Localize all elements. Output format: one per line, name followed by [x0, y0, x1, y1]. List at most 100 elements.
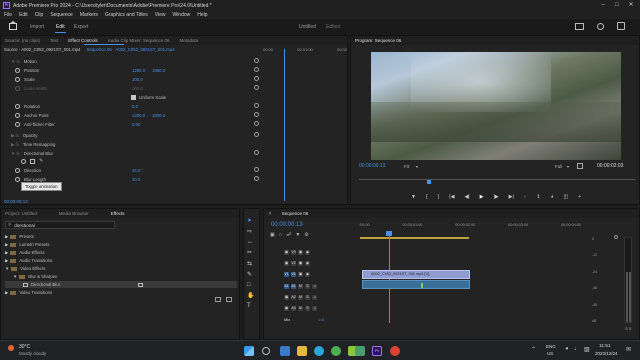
- eye-icon[interactable]: ◉: [305, 249, 310, 255]
- scale-value[interactable]: 100.0: [132, 77, 143, 82]
- track-v1[interactable]: V1 V1 ▣ ◉: [284, 270, 312, 278]
- video-clip[interactable]: A002_C052_0921ST_001.mp4 [V]: [362, 270, 470, 279]
- mark-out-icon[interactable]: }: [438, 194, 440, 200]
- tab-effects[interactable]: Effects: [111, 211, 125, 216]
- track-a1[interactable]: A1 A1 M S ♫: [284, 282, 319, 290]
- tree-item-directional-blur[interactable]: Directional Blur: [5, 281, 237, 288]
- stopwatch-icon[interactable]: [15, 104, 20, 109]
- language-top[interactable]: ENG: [546, 344, 556, 349]
- delete-icon[interactable]: [226, 297, 232, 302]
- step-forward-icon[interactable]: |▶: [493, 194, 498, 200]
- tree-item-lumetri[interactable]: ▶ Lumetri Presets: [5, 241, 49, 248]
- blur-length-value[interactable]: 20.0: [132, 177, 140, 182]
- meter-knob-icon[interactable]: [614, 235, 618, 239]
- program-playhead[interactable]: [427, 180, 431, 184]
- effect-row-time-remap[interactable]: ▶ fx Time Remapping: [11, 141, 55, 148]
- track-v3[interactable]: ▣ V3 ▣ ◉: [284, 248, 312, 256]
- keyframe-ruler[interactable]: 00:00 00:01:00 00:02: [263, 47, 347, 55]
- program-ruler[interactable]: [359, 174, 635, 180]
- effects-search-field[interactable]: ⚲ directional: [5, 221, 115, 229]
- mute-icon[interactable]: M: [298, 283, 303, 289]
- mark-in-icon[interactable]: {: [426, 194, 428, 200]
- reset-icon[interactable]: [254, 85, 259, 90]
- tab-program[interactable]: Program: Sequence 06: [355, 38, 401, 43]
- tab-metadata[interactable]: Metadata: [180, 38, 199, 43]
- notification-icon[interactable]: ✉: [626, 346, 631, 353]
- quality-chevron-icon[interactable]: ▾: [567, 164, 569, 169]
- slip-tool-icon[interactable]: ⇆: [247, 260, 257, 267]
- mute-icon[interactable]: M: [298, 294, 303, 300]
- eye-icon[interactable]: ◉: [305, 271, 310, 277]
- quick-export-icon[interactable]: [575, 23, 584, 30]
- hand-tool-icon[interactable]: ✋: [247, 292, 257, 299]
- progress-icon[interactable]: [597, 23, 604, 30]
- nest-icon[interactable]: ▣: [270, 232, 275, 238]
- export-frame-icon[interactable]: ◕: [550, 194, 553, 200]
- minimize-button[interactable]: –: [596, 0, 610, 11]
- home-icon[interactable]: [9, 23, 17, 30]
- fullscreen-icon[interactable]: [617, 22, 625, 30]
- language-bottom[interactable]: US: [547, 351, 553, 356]
- direction-value[interactable]: 45.0 °: [132, 168, 143, 173]
- lift-icon[interactable]: ↑: [524, 194, 527, 200]
- position-y[interactable]: 1880.0: [152, 68, 165, 73]
- effect-row-motion[interactable]: ▼ fx Motion: [11, 58, 37, 65]
- weather-desc[interactable]: Mostly cloudy: [19, 351, 46, 356]
- reset-icon[interactable]: [254, 112, 259, 117]
- video-frame[interactable]: [371, 52, 621, 160]
- maximize-button[interactable]: □: [610, 0, 624, 11]
- tab-audio-clip-mixer[interactable]: Audio Clip Mixer: Sequence 06: [108, 38, 170, 43]
- tab-import[interactable]: Import: [30, 24, 44, 30]
- tab-source[interactable]: Source: (no clips): [5, 38, 40, 43]
- stopwatch-icon[interactable]: [15, 177, 20, 182]
- razor-tool-icon[interactable]: ✂: [247, 249, 257, 256]
- effect-row-anchor[interactable]: Anchor Point 1280.0 1800.0: [15, 112, 165, 119]
- solo-icon[interactable]: S: [305, 294, 310, 300]
- reset-icon[interactable]: [254, 58, 259, 63]
- lock-icon[interactable]: ▣: [284, 305, 289, 311]
- stopwatch-icon[interactable]: [15, 113, 20, 118]
- solo-icon[interactable]: S: [305, 283, 310, 289]
- chrome-icon[interactable]: [331, 346, 341, 356]
- position-x[interactable]: 1280.0: [132, 68, 152, 73]
- close-button[interactable]: ✕: [624, 0, 638, 11]
- extract-icon[interactable]: ↥: [536, 194, 540, 200]
- reset-icon[interactable]: [254, 67, 259, 72]
- reset-icon[interactable]: [254, 167, 259, 172]
- ellipse-mask-icon[interactable]: [21, 159, 26, 164]
- add-marker-icon[interactable]: ▼: [411, 194, 416, 200]
- source-patch-icon[interactable]: A1: [284, 283, 289, 289]
- effect-row-scale[interactable]: Scale 100.0: [15, 76, 143, 83]
- tab-project[interactable]: Project: Untitled: [5, 211, 37, 216]
- play-icon[interactable]: ▶: [480, 194, 484, 200]
- track-a2[interactable]: ▣ A2 M S ♫: [284, 293, 319, 301]
- voiceover-icon[interactable]: ♫: [312, 294, 317, 300]
- menu-file[interactable]: File: [4, 12, 12, 18]
- lock-icon[interactable]: ▣: [284, 294, 289, 300]
- effect-row-position[interactable]: Position 1280.0 1880.0: [15, 67, 165, 74]
- effect-row-directional-blur[interactable]: ▼ fx Directional Blur: [11, 150, 53, 157]
- sync-lock-icon[interactable]: ▣: [298, 249, 303, 255]
- tab-media-browser[interactable]: Media Browser: [59, 211, 89, 216]
- track-v2[interactable]: ▣ V2 ▣ ◉: [284, 259, 312, 267]
- tree-item-video-effects[interactable]: ▼ Video Effects: [5, 265, 45, 272]
- effect-row-antiflicker[interactable]: Anti-flicker Filter 0.00: [15, 121, 140, 128]
- tab-export[interactable]: Export: [74, 24, 88, 30]
- anchor-x[interactable]: 1280.0: [132, 113, 152, 118]
- premiere-taskbar-icon[interactable]: Pr: [372, 346, 382, 356]
- meter-solo-icon[interactable]: S S: [625, 326, 631, 331]
- rectangle-tool-icon[interactable]: □: [247, 282, 257, 288]
- timeline-timecode[interactable]: 00:00:00:13: [271, 222, 303, 228]
- program-timecode[interactable]: 00:00:00:13: [359, 163, 385, 169]
- ripple-edit-tool-icon[interactable]: ↔: [247, 239, 257, 245]
- step-back-icon[interactable]: ◀|: [464, 194, 469, 200]
- button-editor-icon[interactable]: +: [578, 194, 581, 200]
- reset-icon[interactable]: [254, 176, 259, 181]
- stopwatch-icon[interactable]: [15, 168, 20, 173]
- fit-chevron-icon[interactable]: ▾: [416, 164, 418, 169]
- tree-item-audio-transitions[interactable]: ▶ Audio Transitions: [5, 257, 52, 264]
- search-taskbar-icon[interactable]: [262, 347, 270, 355]
- pen-mask-icon[interactable]: ✎: [39, 159, 45, 164]
- reset-icon[interactable]: [254, 76, 259, 81]
- quality-dropdown[interactable]: Full: [555, 164, 562, 169]
